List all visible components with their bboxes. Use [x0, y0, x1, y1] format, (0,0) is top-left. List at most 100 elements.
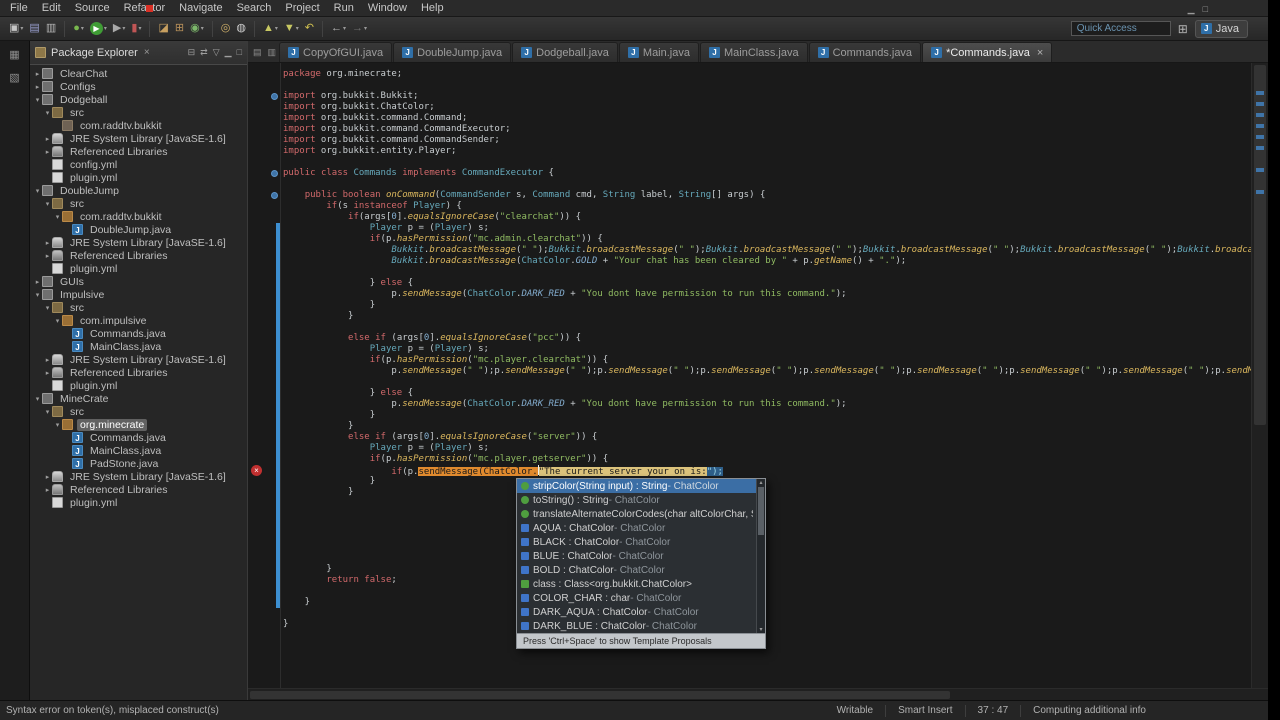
completion-item[interactable]: AQUA : ChatColor - ChatColor: [517, 521, 765, 535]
new-package-icon[interactable]: ⊞: [173, 19, 186, 38]
code-line[interactable]: import org.bukkit.command.CommandExecuto…: [283, 124, 1251, 135]
tree-item-jre-system-library-javase-1-6-[interactable]: ▸ JRE System Library [JavaSE-1.6]: [30, 236, 247, 249]
tree-item-dodgeball[interactable]: ▾ Dodgeball: [30, 93, 247, 106]
tree-item-impulsive[interactable]: ▾ Impulsive: [30, 288, 247, 301]
code-line[interactable]: }: [283, 410, 1251, 421]
fold-marker-icon[interactable]: [271, 170, 278, 177]
code-line[interactable]: [283, 520, 1251, 531]
pin-editor-icon[interactable]: ▥: [268, 47, 277, 58]
vertical-scrollbar[interactable]: [1251, 63, 1268, 688]
completion-item[interactable]: stripColor(String input) : String - Chat…: [517, 479, 765, 493]
expand-arrow-icon[interactable]: ▾: [33, 96, 42, 104]
expand-arrow-icon[interactable]: ▾: [53, 213, 62, 221]
tree-item-config-yml[interactable]: config.yml: [30, 158, 247, 171]
tree-item-plugin-yml[interactable]: plugin.yml: [30, 379, 247, 392]
package-explorer-header[interactable]: Package Explorer × ⊟ ⇄ ▽ ▁ □: [30, 41, 247, 65]
expand-arrow-icon[interactable]: ▾: [43, 109, 52, 117]
expand-arrow-icon[interactable]: ▾: [33, 291, 42, 299]
code-line[interactable]: return false;: [283, 575, 1251, 586]
tree-item-jre-system-library-javase-1-6-[interactable]: ▸ JRE System Library [JavaSE-1.6]: [30, 353, 247, 366]
horizontal-scrollbar[interactable]: [248, 688, 1268, 700]
code-line[interactable]: [283, 498, 1251, 509]
new-java-project-icon[interactable]: ◪: [156, 19, 170, 38]
scroll-up-icon[interactable]: ▴: [757, 479, 765, 486]
search-icon[interactable]: ◍: [234, 19, 248, 38]
code-line[interactable]: [283, 179, 1251, 190]
code-line[interactable]: p.sendMessage(" ");p.sendMessage(" ");p.…: [283, 366, 1251, 377]
editor-tab-commands-java[interactable]: J Commands.java: [808, 42, 922, 62]
maximize-view-icon[interactable]: □: [237, 47, 242, 58]
coverage-icon[interactable]: ▮ ▾: [129, 19, 143, 38]
code-line[interactable]: import org.bukkit.Bukkit;: [283, 91, 1251, 102]
tree-item-com-raddtv-bukkit[interactable]: com.raddtv.bukkit: [30, 119, 247, 132]
popup-scrollbar-thumb[interactable]: [758, 487, 764, 535]
code-line[interactable]: public class Commands implements Command…: [283, 168, 1251, 179]
code-line[interactable]: if(s instanceof Player) {: [283, 201, 1251, 212]
close-view-icon[interactable]: ×: [144, 47, 150, 58]
code-line[interactable]: public boolean onCommand(CommandSender s…: [283, 190, 1251, 201]
code-line[interactable]: import org.bukkit.command.CommandSender;: [283, 135, 1251, 146]
code-line[interactable]: if(args[0].equalsIgnoreCase("clearchat")…: [283, 212, 1251, 223]
code-line[interactable]: else if (args[0].equalsIgnoreCase("pcc")…: [283, 333, 1251, 344]
code-line[interactable]: else if (args[0].equalsIgnoreCase("serve…: [283, 432, 1251, 443]
code-line[interactable]: }: [283, 597, 1251, 608]
editor-tab-dodgeball-java[interactable]: J Dodgeball.java: [512, 42, 618, 62]
tree-item-org-minecrate[interactable]: ▾ org.minecrate: [30, 418, 247, 431]
completion-item[interactable]: translateAlternateColorCodes(char altCol…: [517, 507, 765, 521]
code-line[interactable]: p.sendMessage(ChatColor.DARK_RED + "You …: [283, 289, 1251, 300]
overview-marker[interactable]: [1256, 102, 1264, 106]
completion-item[interactable]: DARK_BLUE : ChatColor - ChatColor: [517, 619, 765, 633]
code-line[interactable]: }: [283, 476, 1251, 487]
completion-item[interactable]: COLOR_CHAR : char - ChatColor: [517, 591, 765, 605]
tree-item-plugin-yml[interactable]: plugin.yml: [30, 171, 247, 184]
minimize-view-icon[interactable]: ▁: [225, 47, 232, 58]
link-with-editor-icon[interactable]: ⇄: [200, 47, 208, 58]
new-class-icon[interactable]: ◉ ▾: [188, 19, 206, 38]
tree-item-mainclass-java[interactable]: J MainClass.java: [30, 444, 247, 457]
code-line[interactable]: Player p = (Player) s;: [283, 443, 1251, 454]
menu-edit[interactable]: Edit: [35, 1, 68, 15]
menu-project[interactable]: Project: [278, 1, 326, 15]
code-line[interactable]: [283, 542, 1251, 553]
fold-marker-icon[interactable]: [271, 192, 278, 199]
code-line[interactable]: [283, 509, 1251, 520]
code-line[interactable]: [283, 377, 1251, 388]
tree-item-src[interactable]: ▾ src: [30, 405, 247, 418]
minimize-icon[interactable]: ▁: [1188, 4, 1195, 15]
close-tab-icon[interactable]: ×: [1037, 47, 1043, 59]
code-line[interactable]: import org.bukkit.command.Command;: [283, 113, 1251, 124]
code-line[interactable]: p.sendMessage(ChatColor.DARK_RED + "You …: [283, 399, 1251, 410]
code-line[interactable]: }: [283, 300, 1251, 311]
tree-item-guis[interactable]: ▸ GUIs: [30, 275, 247, 288]
overview-marker[interactable]: [1256, 135, 1264, 139]
expand-arrow-icon[interactable]: ▸: [43, 486, 52, 494]
code-line[interactable]: [283, 608, 1251, 619]
expand-arrow-icon[interactable]: ▸: [43, 473, 52, 481]
tree-item-commands-java[interactable]: J Commands.java: [30, 431, 247, 444]
overview-marker[interactable]: [1256, 168, 1264, 172]
quick-access-input[interactable]: Quick Access: [1070, 21, 1171, 36]
popup-scrollbar[interactable]: ▴ ▾: [756, 479, 765, 633]
code-line[interactable]: }: [283, 421, 1251, 432]
code-line[interactable]: }: [283, 564, 1251, 575]
previous-annotation-icon[interactable]: ▲ ▾: [261, 19, 280, 38]
menu-window[interactable]: Window: [361, 1, 414, 15]
menu-file[interactable]: File: [3, 1, 35, 15]
expand-arrow-icon[interactable]: ▸: [43, 369, 52, 377]
code-line[interactable]: } else {: [283, 388, 1251, 399]
overview-marker[interactable]: [1256, 113, 1264, 117]
run-icon[interactable]: ▶ ▾: [88, 19, 109, 38]
completion-item[interactable]: DARK_AQUA : ChatColor - ChatColor: [517, 605, 765, 619]
code-line[interactable]: if(p.sendMessage(ChatColor."The current …: [283, 465, 1251, 476]
tree-item-minecrate[interactable]: ▾ MineCrate: [30, 392, 247, 405]
code-line[interactable]: if(p.hasPermission("mc.admin.clearchat")…: [283, 234, 1251, 245]
save-icon[interactable]: ▤: [27, 19, 41, 38]
completion-item[interactable]: BLUE : ChatColor - ChatColor: [517, 549, 765, 563]
expand-arrow-icon[interactable]: ▾: [43, 304, 52, 312]
tree-item-com-raddtv-bukkit[interactable]: ▾ com.raddtv.bukkit: [30, 210, 247, 223]
tree-item-referenced-libraries[interactable]: ▸ Referenced Libraries: [30, 249, 247, 262]
editor-tab-mainclass-java[interactable]: J MainClass.java: [699, 42, 808, 62]
debug-icon[interactable]: ● ▾: [71, 19, 86, 38]
print-icon[interactable]: ▥: [44, 19, 58, 38]
expand-arrow-icon[interactable]: ▸: [43, 148, 52, 156]
